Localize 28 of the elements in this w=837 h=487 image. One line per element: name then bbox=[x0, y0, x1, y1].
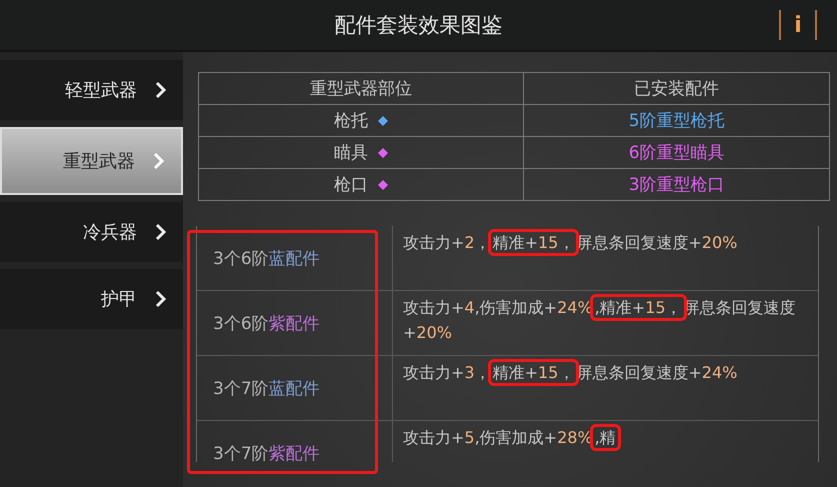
highlight-box: 精准+15， bbox=[490, 232, 576, 253]
chevron-right-icon bbox=[155, 81, 167, 99]
chevron-right-icon bbox=[153, 152, 165, 170]
sidebar-tab[interactable]: 护甲 bbox=[0, 269, 183, 329]
column-header: 重型武器部位 bbox=[198, 72, 524, 104]
chevron-right-icon bbox=[155, 223, 167, 241]
table-cell: 3阶重型枪口 bbox=[524, 168, 830, 200]
column-header: 已安装配件 bbox=[524, 72, 830, 104]
set-name: 3个6阶蓝配件 bbox=[197, 226, 393, 290]
highlight-box: ,精准+15， bbox=[592, 297, 684, 318]
set-name: 3个7阶紫配件 bbox=[197, 421, 393, 462]
info-button[interactable]: i bbox=[779, 10, 817, 40]
set-name: 3个7阶蓝配件 bbox=[197, 356, 393, 420]
set-name: 3个6阶紫配件 bbox=[197, 291, 393, 355]
sidebar-tab[interactable]: 重型武器 bbox=[0, 127, 183, 195]
page-title: 配件套装效果图鉴 bbox=[334, 12, 502, 39]
table-cell: 5阶重型枪托 bbox=[524, 104, 830, 136]
sidebar-tab[interactable]: 冷兵器 bbox=[0, 202, 183, 262]
set-effect: 攻击力+3，精准+15，屏息条回复速度+24% bbox=[393, 356, 818, 420]
chevron-right-icon bbox=[155, 290, 167, 308]
highlight-box: 精准+15， bbox=[490, 362, 576, 383]
table-cell: 枪口 bbox=[198, 168, 524, 200]
highlight-box: ,精 bbox=[592, 427, 618, 448]
table-cell: 枪托 bbox=[198, 104, 524, 136]
sidebar-tab[interactable]: 轻型武器 bbox=[0, 60, 183, 120]
table-cell: 瞄具 bbox=[198, 136, 524, 168]
set-effect: 攻击力+2，精准+15，屏息条回复速度+20% bbox=[393, 226, 818, 290]
table-cell: 6阶重型瞄具 bbox=[524, 136, 830, 168]
